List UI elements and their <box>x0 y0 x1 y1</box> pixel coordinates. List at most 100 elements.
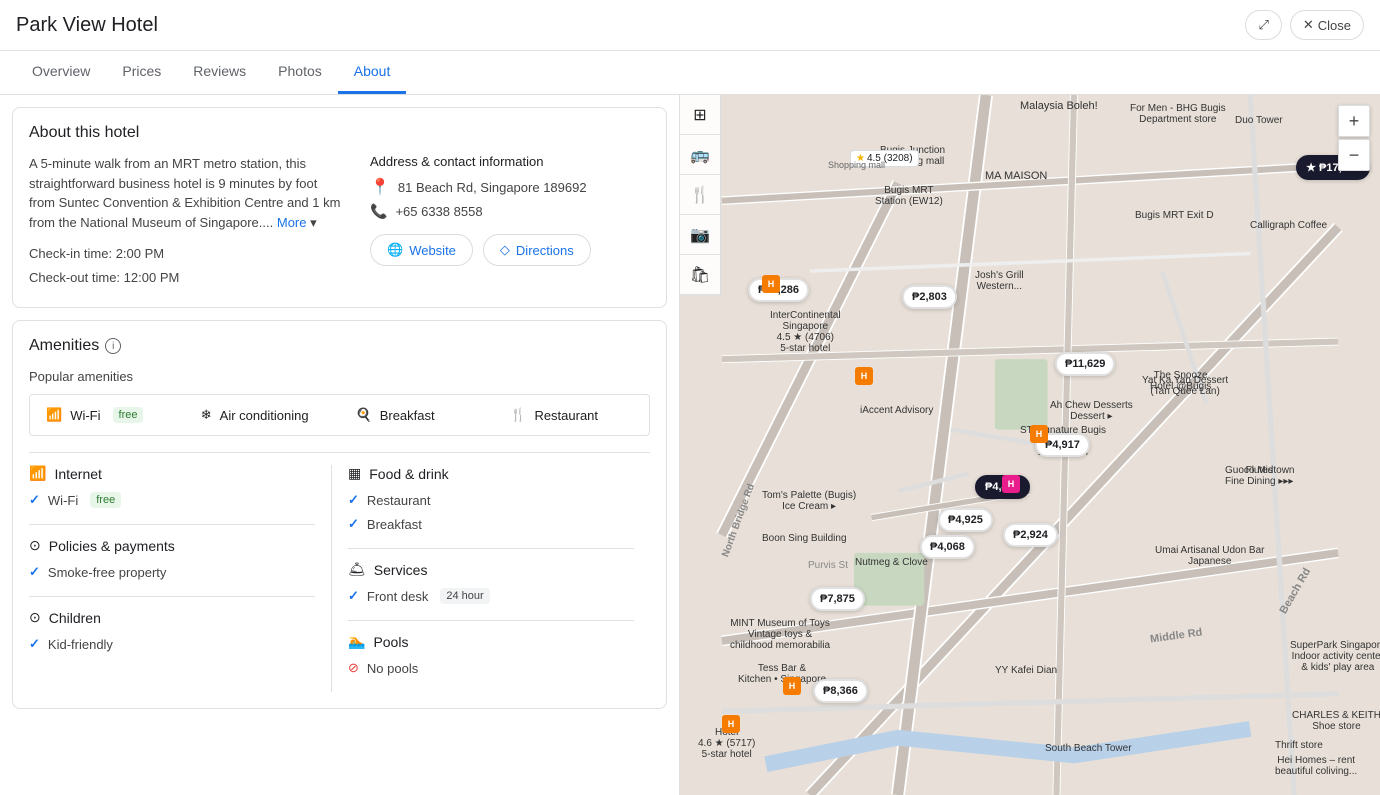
place-bugis-mrt: Bugis MRTStation (EW12) <box>875 185 943 207</box>
check-icon: ✓ <box>29 492 40 508</box>
hotel-title: Park View Hotel <box>16 14 158 37</box>
directions-button[interactable]: ◇ Directions <box>483 234 591 266</box>
about-section: About this hotel A 5-minute walk from an… <box>12 107 667 308</box>
nav-tabs: Overview Prices Reviews Photos About <box>0 51 1380 95</box>
place-south-beach: South Beach Tower <box>1045 743 1132 754</box>
tab-prices[interactable]: Prices <box>106 51 177 94</box>
website-button[interactable]: 🌐 Website <box>370 234 473 266</box>
place-guoco: Guoco Midtown <box>1225 465 1294 476</box>
hotel-icon-5: H <box>783 677 801 695</box>
place-malaysia-boleh: Malaysia Boleh! <box>1020 100 1098 112</box>
place-superpark: SuperPark SingaporeIndoor activity cente… <box>1290 640 1380 673</box>
more-link[interactable]: More <box>277 215 307 230</box>
price-marker-8366[interactable]: ₱8,366 <box>813 679 868 703</box>
expand-button[interactable]: ⤢ <box>1245 10 1281 40</box>
expand-icon: ⤢ <box>1258 17 1268 33</box>
place-intercontinental: InterContinentalSingapore4.5 ★ (4706)5-s… <box>770 310 841 354</box>
smoke-free-item: ✓ Smoke-free property <box>29 564 315 580</box>
no-pools-item: ⊘ No pools <box>348 660 634 676</box>
purvis-st-label: Purvis St <box>808 560 848 571</box>
food-icon: ▦ <box>348 465 361 482</box>
contact-phone: +65 6338 8558 <box>395 204 482 219</box>
wifi-detail-badge: free <box>90 492 121 508</box>
amenity-restaurant: 🍴 Restaurant <box>494 395 649 435</box>
amenity-wifi: 📶 Wi-Fi free <box>30 395 185 435</box>
hotel-icon-2: H <box>855 367 873 385</box>
tab-about[interactable]: About <box>338 51 407 94</box>
map-panel: ⊞ 🚌 🍴 📷 🛍 Malaysia Boleh! For Men - BHG … <box>680 95 1380 795</box>
amenity-ac: ❄ Air conditioning <box>185 395 340 435</box>
hotel-icon-3: H <box>1030 425 1048 443</box>
wifi-detail-item: ✓ Wi-Fi free <box>29 492 315 508</box>
breakfast-icon: 🍳 <box>356 407 372 423</box>
tab-reviews[interactable]: Reviews <box>177 51 262 94</box>
place-ah-chew: Ah Chew DessertsDessert ▸ <box>1050 400 1133 422</box>
close-icon: ✕ <box>1303 17 1314 33</box>
map-container[interactable]: ⊞ 🚌 🍴 📷 🛍 Malaysia Boleh! For Men - BHG … <box>680 95 1380 795</box>
policies-icon: ⊙ <box>29 537 41 554</box>
services-icon: 🛎 <box>348 561 366 578</box>
map-bag-icon[interactable]: 🛍 <box>680 255 720 295</box>
map-food-icon[interactable]: 🍴 <box>680 175 720 215</box>
amenities-title: Amenities <box>29 337 99 355</box>
map-zoom-icon[interactable]: ⊞ <box>680 95 720 135</box>
chevron-down-icon: ▾ <box>310 215 317 230</box>
check-icon-4: ✓ <box>348 492 359 508</box>
location-icon: 📍 <box>370 177 390 197</box>
amenity-restaurant-label: Restaurant <box>534 408 598 423</box>
hotel-icon-1: H <box>762 275 780 293</box>
price-marker-2803[interactable]: ₱2,803 <box>902 285 957 309</box>
hotel-icon-highlighted[interactable]: H <box>1002 475 1020 493</box>
check-icon-6: ✓ <box>348 588 359 604</box>
price-marker-7875[interactable]: ₱7,875 <box>810 587 865 611</box>
left-panel: About this hotel A 5-minute walk from an… <box>0 95 680 795</box>
amenity-breakfast-label: Breakfast <box>380 408 435 423</box>
check-icon-2: ✓ <box>29 564 40 580</box>
place-umai: Umai Artisanal Udon BarJapanese <box>1155 545 1265 567</box>
internet-section-title: 📶 Internet <box>29 465 315 482</box>
front-desk-item: ✓ Front desk 24 hour <box>348 588 634 604</box>
globe-icon: 🌐 <box>387 242 403 258</box>
tab-photos[interactable]: Photos <box>262 51 338 94</box>
close-label: Close <box>1318 18 1351 33</box>
zoom-in-button[interactable]: + <box>1338 105 1370 137</box>
check-icon-3: ✓ <box>29 636 40 652</box>
amenity-wifi-label: Wi-Fi <box>70 408 100 423</box>
place-for-men: For Men - BHG BugisDepartment store <box>1130 103 1226 125</box>
hour-badge: 24 hour <box>440 588 489 604</box>
directions-icon: ◇ <box>500 242 510 258</box>
price-marker-4068[interactable]: ₱4,068 <box>920 535 975 559</box>
zoom-out-button[interactable]: − <box>1338 139 1370 171</box>
place-mint: MINT Museum of ToysVintage toys &childho… <box>730 618 830 651</box>
price-marker-11629[interactable]: ₱11,629 <box>1055 352 1115 376</box>
amenities-section: Amenities i Popular amenities 📶 Wi-Fi fr… <box>12 320 667 709</box>
pool-icon: 🏊 <box>348 633 365 650</box>
pools-section-title: 🏊 Pools <box>348 633 634 650</box>
kid-friendly-item: ✓ Kid-friendly <box>29 636 315 652</box>
amenity-ac-label: Air conditioning <box>220 408 309 423</box>
place-duo-tower: Duo Tower <box>1235 115 1283 126</box>
children-icon: ⊙ <box>29 609 41 626</box>
info-icon[interactable]: i <box>105 338 121 354</box>
breakfast-detail-item: ✓ Breakfast <box>348 516 634 532</box>
price-marker-2924[interactable]: ₱2,924 <box>1003 523 1058 547</box>
place-thrift: Thrift store <box>1275 740 1323 751</box>
checkin-value: 2:00 PM <box>116 246 164 261</box>
ac-icon: ❄ <box>201 407 212 423</box>
tab-overview[interactable]: Overview <box>16 51 106 94</box>
food-section-title: ▦ Food & drink <box>348 465 634 482</box>
phone-icon: 📞 <box>370 203 387 220</box>
wifi-free-badge: free <box>113 407 144 423</box>
contact-header: Address & contact information <box>370 154 650 169</box>
checkout-value: 12:00 PM <box>124 270 180 285</box>
close-button[interactable]: ✕ Close <box>1290 10 1364 40</box>
check-icon-5: ✓ <box>348 516 359 532</box>
place-calligraph: Calligraph Coffee <box>1250 220 1327 231</box>
map-camera-icon[interactable]: 📷 <box>680 215 720 255</box>
price-marker-4925[interactable]: ₱4,925 <box>938 508 993 532</box>
map-transit-icon[interactable]: 🚌 <box>680 135 720 175</box>
place-tess-bar: Tess Bar &Kitchen • Singapore <box>738 663 826 685</box>
place-iaccent: iAccent Advisory <box>860 405 933 416</box>
checkout-label: Check-out time: <box>29 270 120 285</box>
restaurant-icon: 🍴 <box>510 407 526 423</box>
